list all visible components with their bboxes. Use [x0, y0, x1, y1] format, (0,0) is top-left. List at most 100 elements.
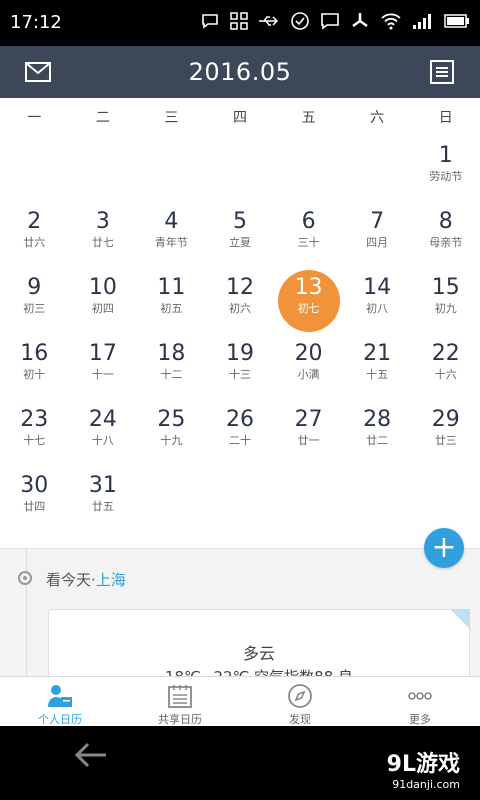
calendar-day[interactable]: 8 母亲节 [411, 202, 480, 268]
lunar-date: 十三 [228, 368, 251, 381]
day-number: 22 [431, 341, 460, 366]
day-number: 30 [20, 473, 49, 498]
lunar-date: 十一 [91, 368, 114, 381]
day-number: 7 [370, 209, 385, 234]
status-bar: 17:12 [0, 0, 480, 46]
day-number: 2 [27, 209, 42, 234]
signal-icon [413, 14, 431, 29]
watermark-site: 91danji.com [392, 778, 460, 791]
calendar-day[interactable]: 3 廿七 [69, 202, 138, 268]
lunar-date: 廿二 [366, 434, 389, 447]
day-number: 3 [95, 209, 110, 234]
qr-code-icon [230, 12, 248, 30]
lunar-date: 廿六 [23, 236, 46, 249]
calendar-day[interactable]: 28 廿二 [343, 400, 412, 466]
day-number: 11 [157, 275, 186, 300]
calendar-day[interactable]: 31 廿五 [69, 466, 138, 532]
lunar-date: 十五 [366, 368, 389, 381]
calendar-day[interactable]: 23 十七 [0, 400, 69, 466]
add-event-button[interactable]: + [424, 528, 464, 568]
lunar-date: 十九 [160, 434, 183, 447]
today-heading: 看今天·上海 [46, 569, 126, 590]
calendar-day[interactable]: 21 十五 [343, 334, 412, 400]
card-corner [450, 609, 470, 629]
calendar-day[interactable]: 24 十八 [69, 400, 138, 466]
calendar-day[interactable]: 9 初三 [0, 268, 69, 334]
lunar-date: 十八 [91, 434, 114, 447]
day-number: 15 [431, 275, 460, 300]
day-number: 31 [88, 473, 117, 498]
calendar-day[interactable]: 20 小满 [274, 334, 343, 400]
calendar-day[interactable]: 22 十六 [411, 334, 480, 400]
message-icon [321, 13, 339, 30]
day-number: 4 [164, 209, 179, 234]
calendar-grid: 1 劳动节 2 廿六 3 廿七 4 青年节 5 立夏 6 三十 7 四月 8 母亲节 9 初三 10 初四 11 初五 12… [0, 136, 480, 532]
status-time: 17:12 [10, 12, 62, 33]
lunar-date: 初九 [434, 302, 457, 315]
lunar-date: 初六 [228, 302, 251, 315]
day-number: 8 [438, 209, 453, 234]
weekday-label: 四 [232, 110, 247, 126]
lunar-date: 初八 [366, 302, 389, 315]
lunar-date: 初五 [160, 302, 183, 315]
calendar-day[interactable]: 25 十九 [137, 400, 206, 466]
day-number: 9 [27, 275, 42, 300]
lunar-date: 十二 [160, 368, 183, 381]
fan-icon [352, 13, 368, 28]
calendar-day[interactable]: 6 三十 [274, 202, 343, 268]
month-title[interactable]: 2016.05 [0, 58, 480, 86]
tab-shared-calendar[interactable]: 共享日历 [120, 677, 240, 727]
lunar-date: 廿三 [434, 434, 457, 447]
tab-personal-calendar[interactable]: 个人日历 [0, 677, 120, 727]
lunar-date: 初四 [91, 302, 114, 315]
day-number: 29 [431, 407, 460, 432]
app-header: 2016.05 [0, 46, 480, 98]
day-number: 10 [88, 275, 117, 300]
tab-label: 个人日历 [38, 713, 82, 726]
back-arrow-icon[interactable] [74, 740, 108, 770]
lunar-date: 廿一 [297, 434, 320, 447]
lunar-date: 十七 [23, 434, 46, 447]
lunar-date: 三十 [297, 236, 320, 249]
calendar-day[interactable]: 17 十一 [69, 334, 138, 400]
calendar-day[interactable]: 13 初七 [274, 268, 343, 334]
calendar-day[interactable]: 16 初十 [0, 334, 69, 400]
calendar-day[interactable]: 19 十三 [206, 334, 275, 400]
lunar-date: 母亲节 [429, 236, 463, 249]
lunar-date: 青年节 [154, 236, 188, 249]
person-icon [48, 685, 72, 707]
calendar-day[interactable]: 2 廿六 [0, 202, 69, 268]
calendar-day[interactable]: 10 初四 [69, 268, 138, 334]
tab-more[interactable]: 更多 [360, 677, 480, 727]
compass-icon [288, 684, 312, 708]
calendar-day[interactable]: 27 廿一 [274, 400, 343, 466]
calendar-day[interactable]: 30 廿四 [0, 466, 69, 532]
calendar-day[interactable]: 1 劳动节 [411, 136, 480, 202]
calendar-day[interactable]: 11 初五 [137, 268, 206, 334]
day-number: 27 [294, 407, 323, 432]
calendar-day[interactable]: 15 初九 [411, 268, 480, 334]
weekday-label: 五 [301, 110, 316, 126]
city-link[interactable]: 上海 [96, 571, 126, 589]
list-icon[interactable] [428, 58, 456, 86]
today-panel: 看今天·上海 多云 18℃~22℃ 空气指数88 良 [0, 548, 480, 701]
calendar-empty-cell [137, 136, 206, 202]
day-number: 16 [20, 341, 49, 366]
calendar-day[interactable]: 5 立夏 [206, 202, 275, 268]
today-prefix: 看今天· [46, 571, 96, 589]
day-number: 12 [225, 275, 254, 300]
tab-discover[interactable]: 发现 [240, 677, 360, 727]
calendar-day[interactable]: 4 青年节 [137, 202, 206, 268]
calendar-day[interactable]: 29 廿三 [411, 400, 480, 466]
watermark: 9L游戏 91danji.com [387, 746, 460, 791]
calendar-day[interactable]: 26 二十 [206, 400, 275, 466]
weekday-label: 六 [370, 110, 385, 126]
day-number: 20 [294, 341, 323, 366]
calendar-day[interactable]: 18 十二 [137, 334, 206, 400]
calendar-day[interactable]: 12 初六 [206, 268, 275, 334]
calendar-empty-cell [343, 136, 412, 202]
calendar-day[interactable]: 7 四月 [343, 202, 412, 268]
calendar-day[interactable]: 14 初八 [343, 268, 412, 334]
lunar-date: 立夏 [228, 236, 251, 249]
check-circle-icon [291, 12, 309, 30]
